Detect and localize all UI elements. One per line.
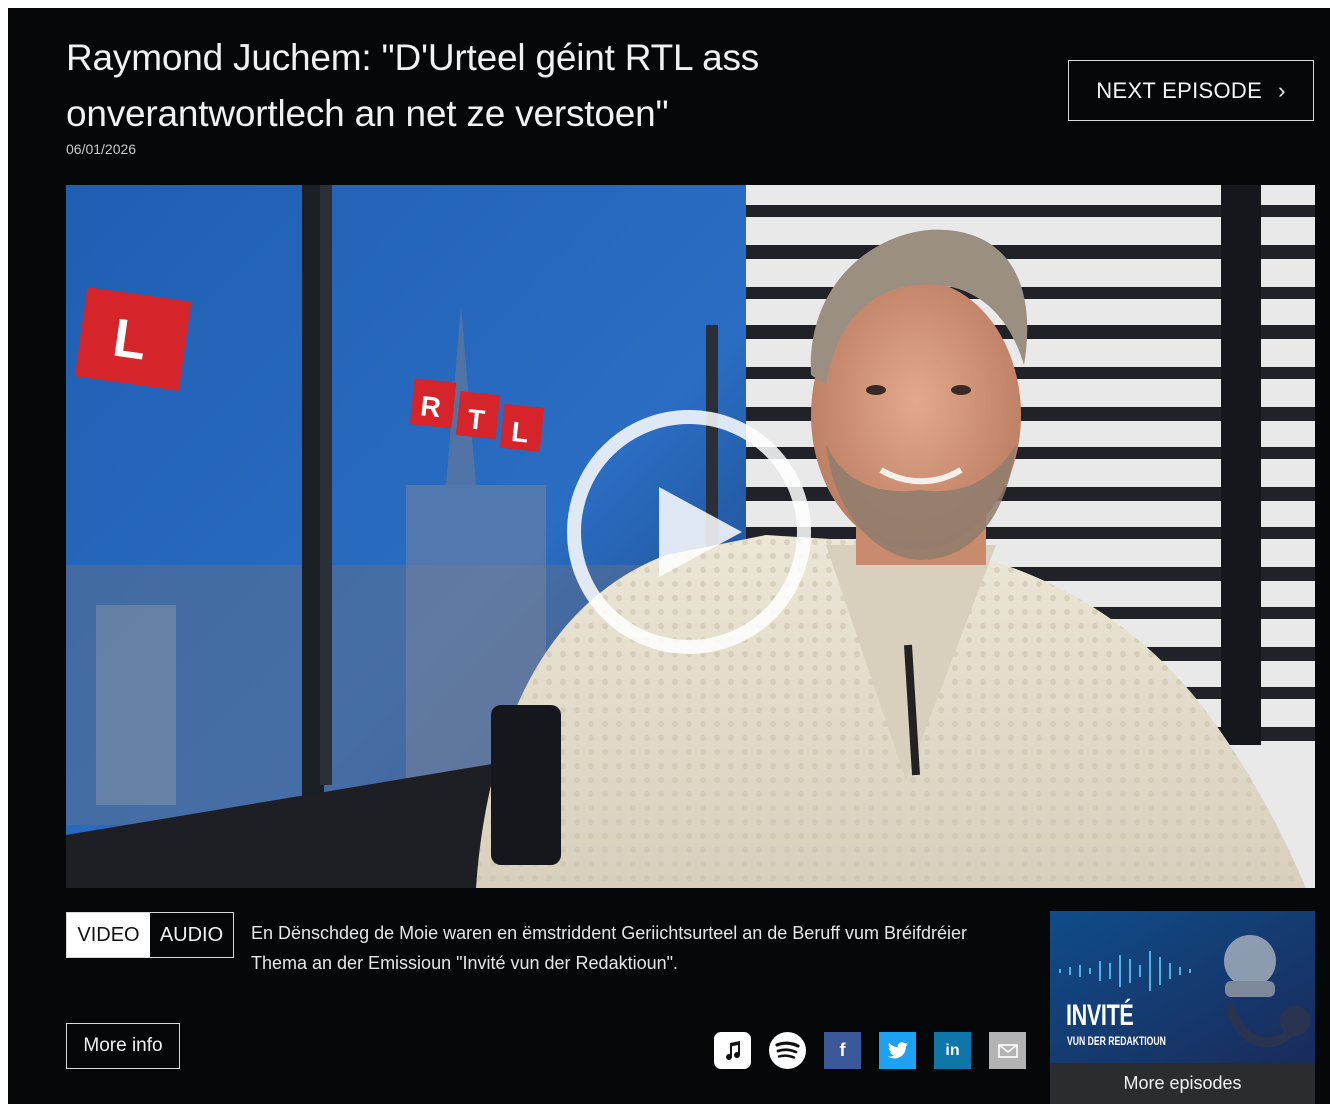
- video-mode-button[interactable]: VIDEO: [67, 913, 150, 957]
- svg-text:T: T: [466, 403, 486, 436]
- mail-icon[interactable]: [989, 1032, 1026, 1069]
- twitter-icon[interactable]: [879, 1032, 916, 1069]
- facebook-label: f: [839, 1040, 846, 1060]
- podcast-subtitle: VUN DER REDAKTIOUN: [1067, 1034, 1166, 1048]
- episode-title: Raymond Juchem: "D'Urteel géint RTL ass …: [66, 37, 760, 134]
- svg-text:R: R: [419, 390, 442, 423]
- more-info-button[interactable]: More info: [66, 1023, 180, 1069]
- linkedin-label: in: [945, 1041, 960, 1059]
- apple-music-icon[interactable]: [714, 1032, 751, 1069]
- podcast-title: INVITÉ: [1066, 999, 1134, 1032]
- svg-text:L: L: [510, 416, 530, 449]
- facebook-icon[interactable]: f: [824, 1032, 861, 1069]
- audio-mode-button[interactable]: AUDIO: [150, 913, 233, 957]
- episode-description: En Dënschdeg de Moie waren en ëmstridden…: [251, 923, 968, 973]
- linkedin-icon[interactable]: in: [934, 1032, 971, 1069]
- chevron-right-icon: ›: [1278, 77, 1286, 103]
- spotify-icon[interactable]: [769, 1032, 806, 1069]
- rtl-logo-left: L: [74, 287, 192, 391]
- podcast-card[interactable]: INVITÉ VUN DER REDAKTIOUN More episodes: [1050, 911, 1315, 1104]
- media-mode-toggle: VIDEO AUDIO: [66, 912, 234, 958]
- episode-date: 06/01/2026: [66, 141, 137, 157]
- more-episodes-button[interactable]: More episodes: [1050, 1063, 1315, 1104]
- share-bar: f in: [714, 1032, 1026, 1069]
- play-icon[interactable]: [564, 407, 814, 657]
- next-episode-button[interactable]: NEXT EPISODE ›: [1068, 60, 1314, 121]
- episode-page: Raymond Juchem: "D'Urteel géint RTL ass …: [8, 8, 1330, 1104]
- video-player[interactable]: L R T L: [66, 185, 1315, 888]
- next-episode-label: NEXT EPISODE: [1096, 77, 1263, 103]
